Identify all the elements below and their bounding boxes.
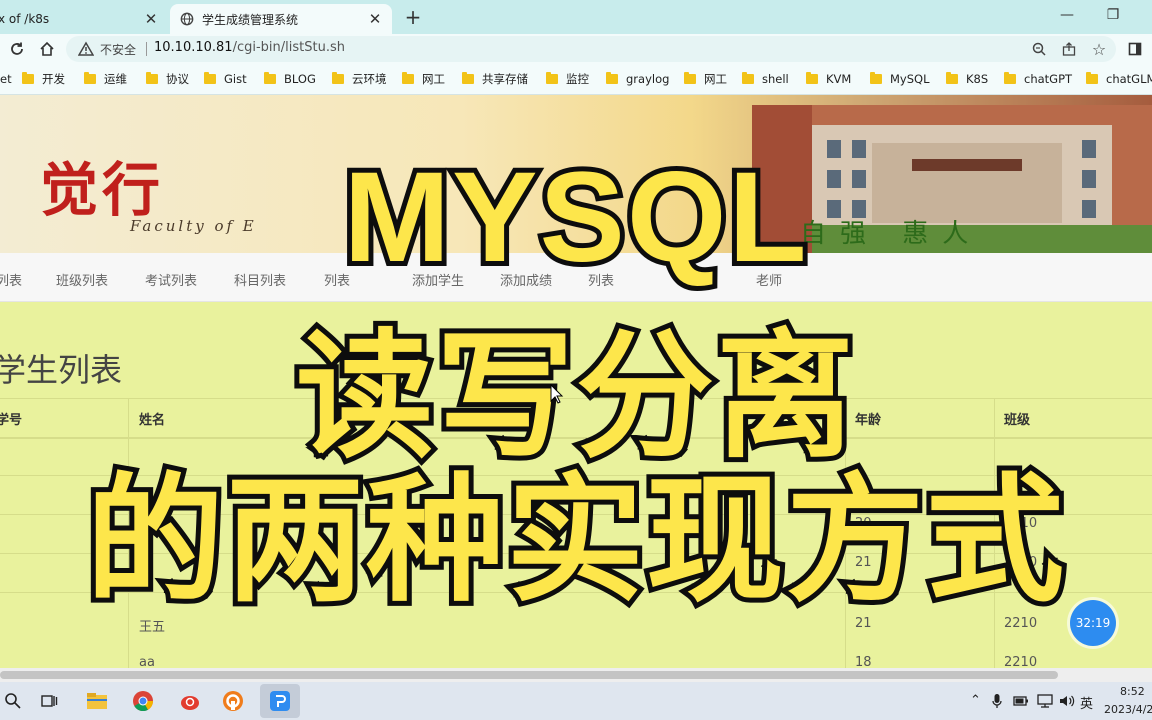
bookmark-label: 运维	[104, 72, 127, 86]
bookmark-item[interactable]: 协议	[146, 70, 189, 88]
bookmark-label: chatGPT	[1024, 72, 1073, 86]
tab-label: x of /k8s	[0, 12, 50, 26]
maximize-icon[interactable]: ❐	[1090, 2, 1136, 28]
microphone-icon[interactable]	[988, 690, 1006, 712]
overlay-title-line3: 的两种实现方式	[81, 455, 1069, 626]
overlay-title-line1: MYSQL	[338, 141, 811, 294]
horizontal-scrollbar[interactable]	[0, 668, 1152, 682]
bookmark-label: chatGLM	[1106, 72, 1152, 86]
folder-icon	[402, 72, 414, 84]
bookmark-label: 协议	[166, 72, 189, 86]
ime-indicator[interactable]: 英	[1080, 693, 1093, 712]
bookmark-item[interactable]: K8S	[946, 70, 988, 88]
folder-icon	[332, 72, 344, 84]
folder-icon	[806, 72, 818, 84]
close-icon[interactable]: ✕	[142, 10, 160, 28]
bookmark-item[interactable]: 云环境	[332, 70, 387, 88]
bookmark-label: K8S	[966, 72, 989, 86]
vpn-app-icon[interactable]	[220, 688, 246, 714]
close-icon[interactable]: ✕	[366, 10, 384, 28]
folder-icon	[146, 72, 158, 84]
bookmark-item[interactable]: 开发	[22, 70, 65, 88]
folder-icon	[264, 72, 276, 84]
folder-icon	[546, 72, 558, 84]
editor-app-icon[interactable]	[267, 688, 293, 714]
bookmark-item[interactable]: MySQL	[870, 70, 930, 88]
folder-icon	[606, 72, 618, 84]
new-tab-button[interactable]: +	[402, 5, 424, 29]
bookmark-label: 网工	[704, 72, 727, 86]
folder-icon	[84, 72, 96, 84]
video-timer-badge[interactable]: 32:19	[1070, 600, 1116, 646]
chrome-icon[interactable]	[130, 688, 156, 714]
warning-icon[interactable]	[78, 41, 94, 57]
bookmark-item[interactable]: chatGLM	[1086, 70, 1152, 88]
chevron-up-icon[interactable]: ⌃	[970, 693, 981, 708]
bookmark-label: MySQL	[890, 72, 930, 86]
bookmark-label: 网工	[422, 72, 445, 86]
bookmark-label: 开发	[42, 72, 65, 86]
bookmark-label: KVM	[826, 72, 852, 86]
folder-icon	[22, 72, 34, 84]
bookmark-item[interactable]: graylog	[606, 70, 669, 88]
bookmark-label: Gist	[224, 72, 247, 86]
minimize-icon[interactable]: —	[1044, 2, 1090, 28]
bookmark-item[interactable]: 监控	[546, 70, 589, 88]
folder-icon	[946, 72, 958, 84]
bookmark-label: 共享存储	[482, 72, 528, 86]
bookmark-item[interactable]: et	[0, 70, 12, 88]
insecure-label: 不安全	[100, 43, 137, 57]
home-icon[interactable]	[36, 38, 58, 60]
bookmark-item[interactable]: KVM	[806, 70, 851, 88]
bookmark-star-icon[interactable]: ☆	[1090, 40, 1108, 59]
url-path: /cgi-bin/listStu.sh	[232, 40, 345, 55]
globe-icon	[180, 12, 194, 26]
bookmark-item[interactable]: 运维	[84, 70, 127, 88]
task-view-icon[interactable]	[36, 688, 62, 714]
folder-icon	[870, 72, 882, 84]
bookmark-item[interactable]: 网工	[684, 70, 727, 88]
bookmark-label: BLOG	[284, 72, 316, 86]
folder-icon	[462, 72, 474, 84]
volume-icon[interactable]	[1056, 690, 1078, 712]
clock-time[interactable]: 8:52	[1120, 685, 1145, 698]
reload-icon[interactable]	[6, 38, 28, 60]
scrollbar-thumb[interactable]	[0, 671, 1058, 679]
bookmark-item[interactable]: chatGPT	[1004, 70, 1072, 88]
share-icon[interactable]	[1060, 41, 1078, 57]
search-icon[interactable]	[0, 688, 26, 714]
folder-icon	[204, 72, 216, 84]
bookmark-item[interactable]: Gist	[204, 70, 247, 88]
bookmark-label: graylog	[626, 72, 670, 86]
bookmark-item[interactable]: 共享存储	[462, 70, 528, 88]
url-host: 10.10.10.81	[154, 40, 233, 55]
bookmark-label: 监控	[566, 72, 589, 86]
divider	[146, 42, 147, 56]
zoom-icon[interactable]	[1030, 41, 1048, 57]
mouse-cursor	[550, 384, 564, 404]
folder-icon	[684, 72, 696, 84]
tab-strip: x of /k8s ✕ 学生成绩管理系统 ✕ + — ❐	[0, 0, 1152, 34]
snail-app-icon[interactable]	[176, 688, 202, 714]
tab-k8s[interactable]: x of /k8s ✕	[0, 4, 168, 34]
battery-icon[interactable]	[1010, 690, 1032, 712]
tab-label: 学生成绩管理系统	[202, 12, 299, 27]
side-panel-icon[interactable]	[1126, 41, 1144, 57]
tab-student-system[interactable]: 学生成绩管理系统 ✕	[170, 4, 392, 34]
clock-date[interactable]: 2023/4/2	[1104, 703, 1152, 716]
bookmark-label: et	[0, 72, 12, 86]
folder-icon	[1086, 72, 1098, 84]
bookmark-label: 云环境	[352, 72, 387, 86]
bookmark-item[interactable]: 网工	[402, 70, 445, 88]
bookmark-item[interactable]: shell	[742, 70, 789, 88]
url-text[interactable]: 10.10.10.81/cgi-bin/listStu.sh	[154, 40, 345, 55]
folder-icon	[742, 72, 754, 84]
bookmark-label: shell	[762, 72, 789, 86]
folder-icon	[1004, 72, 1016, 84]
network-icon[interactable]	[1034, 690, 1056, 712]
bookmark-item[interactable]: BLOG	[264, 70, 316, 88]
file-explorer-icon[interactable]	[84, 688, 110, 714]
